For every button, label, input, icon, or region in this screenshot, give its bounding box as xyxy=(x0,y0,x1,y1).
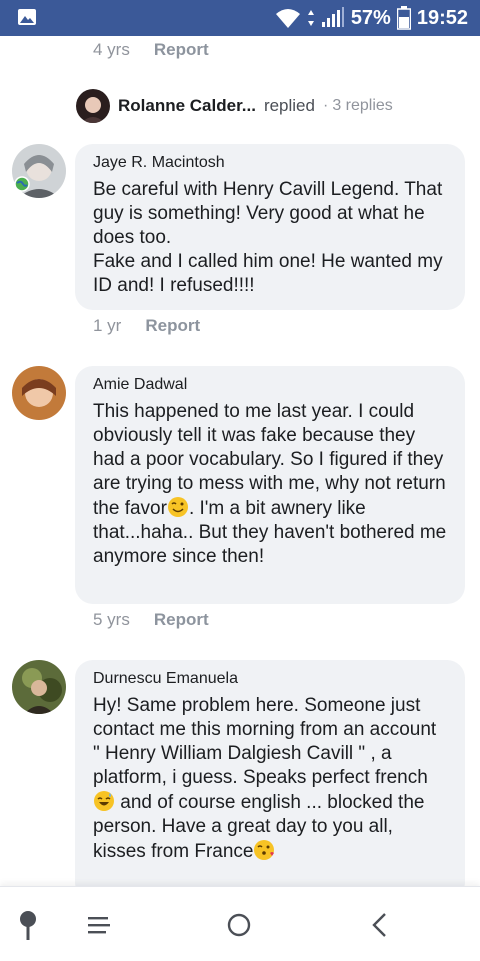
comment-age: 4 yrs xyxy=(93,40,130,59)
system-nav-bar xyxy=(0,886,480,961)
report-link[interactable]: Report xyxy=(154,40,209,60)
back-button[interactable] xyxy=(360,905,400,945)
comment-text-part: Hy! Same problem here. Someone just cont… xyxy=(93,695,442,788)
comment-age: 5 yrs xyxy=(93,610,130,629)
clock: 19:52 xyxy=(416,6,468,29)
status-bar: 57% 19:52 xyxy=(0,0,480,36)
globe-badge-icon xyxy=(14,176,30,192)
comment-age: 1 yr xyxy=(93,316,122,335)
wifi-icon xyxy=(275,9,300,28)
menu-button[interactable] xyxy=(79,905,119,945)
reply-author[interactable]: Rolanne Calder... xyxy=(118,96,256,116)
replies-summary[interactable]: Rolanne Calder... replied · 3 replies xyxy=(76,89,393,123)
signal-icon xyxy=(321,7,344,27)
reply-count[interactable]: 3 replies xyxy=(332,97,392,115)
pin-icon xyxy=(20,911,36,940)
comment-author[interactable]: Durnescu Emanuela xyxy=(93,670,447,688)
report-link[interactable]: Report xyxy=(154,610,209,630)
comment-text: Be careful with Henry Cavill Legend. Tha… xyxy=(93,179,443,296)
menu-icon xyxy=(88,917,110,934)
sweat-smile-face-icon xyxy=(94,791,114,811)
comment-author[interactable]: Amie Dadwal xyxy=(93,376,447,394)
comment-meta: 5 yrs Report xyxy=(93,610,209,630)
comment-author[interactable]: Jaye R. Macintosh xyxy=(93,154,447,172)
data-arrows-icon xyxy=(307,10,314,26)
comments-feed[interactable]: 4 yrs Report Rolanne Calder... replied ·… xyxy=(0,36,480,886)
home-circle-icon xyxy=(227,913,251,937)
battery-icon xyxy=(396,6,411,30)
avatar[interactable] xyxy=(76,89,110,123)
reply-separator: · xyxy=(322,97,329,114)
comment-bubble[interactable]: Durnescu Emanuela Hy! Same problem here.… xyxy=(75,660,465,886)
prev-comment-meta: 4 yrs Report xyxy=(93,40,209,60)
avatar[interactable] xyxy=(12,660,66,714)
comment-bubble[interactable]: Amie Dadwal This happened to me last yea… xyxy=(75,366,465,604)
comment-text: This happened to me last year. I could o… xyxy=(93,400,447,569)
kiss-face-icon xyxy=(254,840,275,860)
winking-face-icon xyxy=(167,497,188,517)
comment-text: Hy! Same problem here. Someone just cont… xyxy=(93,694,447,864)
report-link[interactable]: Report xyxy=(145,316,200,336)
pin-button[interactable] xyxy=(8,905,48,945)
comment-bubble[interactable]: Jaye R. Macintosh Be careful with Henry … xyxy=(75,144,465,310)
home-button[interactable] xyxy=(219,905,259,945)
comment-meta: 1 yr Report xyxy=(93,316,200,336)
back-icon xyxy=(372,913,386,937)
reply-verb: replied xyxy=(263,96,315,115)
avatar[interactable] xyxy=(12,366,66,420)
image-icon xyxy=(18,9,36,25)
battery-percent: 57% xyxy=(350,6,391,29)
